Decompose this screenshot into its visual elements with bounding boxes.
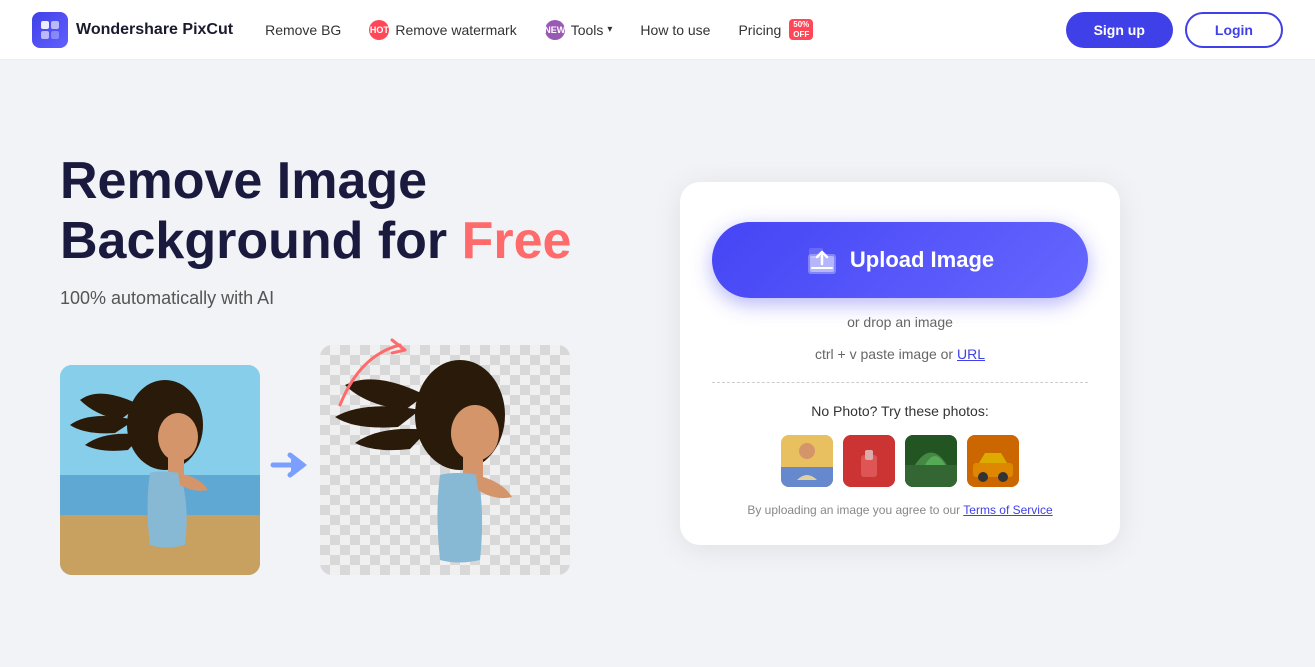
signup-button[interactable]: Sign up — [1066, 12, 1173, 48]
hot-badge: HOT — [369, 20, 389, 40]
upload-button[interactable]: Upload Image — [712, 222, 1088, 298]
sample-photo-4[interactable] — [967, 435, 1019, 487]
sample-photos — [781, 435, 1019, 487]
chevron-down-icon: ▾ — [607, 24, 612, 35]
login-button[interactable]: Login — [1185, 12, 1283, 48]
terms-link[interactable]: Terms of Service — [963, 503, 1052, 517]
curved-arrow-decoration — [330, 335, 420, 420]
discount-badge: 50%OFF — [789, 19, 813, 40]
original-image — [60, 365, 260, 575]
hero-subtitle: 100% automatically with AI — [60, 288, 640, 309]
terms-text: By uploading an image you agree to our T… — [747, 503, 1052, 517]
image-comparison — [60, 345, 640, 575]
upload-panel: Upload Image or drop an image ctrl + v p… — [680, 182, 1120, 545]
sample-photo-2[interactable] — [843, 435, 895, 487]
hero-left: Remove Image Background for Free 100% au… — [60, 152, 640, 575]
nav-actions: Sign up Login — [1066, 12, 1283, 48]
upload-icon — [806, 244, 838, 276]
nav-links: Remove BG HOT Remove watermark NEW Tools… — [265, 19, 1065, 40]
sample-photo-1[interactable] — [781, 435, 833, 487]
nav-remove-bg[interactable]: Remove BG — [265, 22, 341, 38]
sample-photo-3[interactable] — [905, 435, 957, 487]
paste-text: ctrl + v paste image or URL — [815, 346, 985, 362]
nav-how-to-use[interactable]: How to use — [640, 22, 710, 38]
hero-section: Remove Image Background for Free 100% au… — [0, 60, 1315, 667]
drop-text: or drop an image — [847, 314, 953, 330]
new-badge: NEW — [545, 20, 565, 40]
hero-title: Remove Image Background for Free — [60, 152, 640, 272]
nav-remove-watermark[interactable]: HOT Remove watermark — [369, 20, 516, 40]
nav-tools[interactable]: NEW Tools ▾ — [545, 20, 613, 40]
arrow-right-icon — [260, 435, 320, 495]
sample-photos-label: No Photo? Try these photos: — [811, 403, 988, 419]
divider — [712, 382, 1088, 383]
nav-pricing[interactable]: Pricing 50%OFF — [738, 19, 813, 40]
logo-text: Wondershare PixCut — [76, 21, 233, 39]
logo-icon — [32, 12, 68, 48]
url-link[interactable]: URL — [957, 346, 985, 362]
navbar: Wondershare PixCut Remove BG HOT Remove … — [0, 0, 1315, 60]
logo-link[interactable]: Wondershare PixCut — [32, 12, 233, 48]
